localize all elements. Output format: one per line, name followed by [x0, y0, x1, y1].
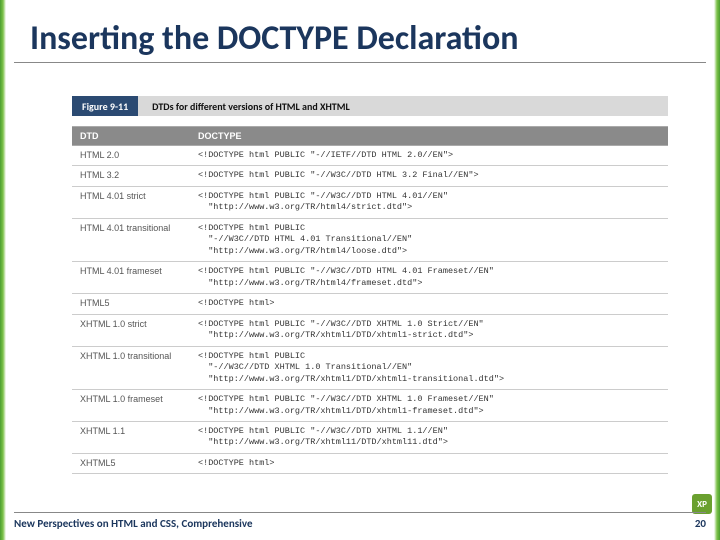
table-row: HTML 4.01 strict<!DOCTYPE html PUBLIC "-… — [72, 186, 668, 218]
slide-title: Inserting the DOCTYPE Declaration — [30, 18, 518, 59]
dtd-cell: XHTML 1.0 strict — [72, 314, 190, 346]
figure-number-badge: Figure 9-11 — [72, 96, 138, 116]
doctype-cell: <!DOCTYPE html PUBLIC "-//W3C//DTD XHTML… — [190, 390, 668, 422]
figure-container: Figure 9-11 DTDs for different versions … — [72, 96, 668, 474]
table-row: XHTML5<!DOCTYPE html> — [72, 453, 668, 473]
footer-page-number: 20 — [695, 517, 706, 530]
col-header-doctype: DOCTYPE — [190, 127, 668, 146]
doctype-cell: <!DOCTYPE html> — [190, 453, 668, 473]
figure-header: Figure 9-11 DTDs for different versions … — [72, 96, 668, 116]
dtd-cell: HTML 4.01 strict — [72, 186, 190, 218]
title-underline — [14, 62, 706, 63]
dtd-cell: XHTML5 — [72, 453, 190, 473]
doctype-cell: <!DOCTYPE html PUBLIC "-//W3C//DTD HTML … — [190, 166, 668, 186]
table-row: XHTML 1.0 frameset<!DOCTYPE html PUBLIC … — [72, 390, 668, 422]
dtd-cell: HTML 4.01 transitional — [72, 218, 190, 261]
doctype-cell: <!DOCTYPE html PUBLIC "-//W3C//DTD XHTML… — [190, 346, 668, 389]
left-accent — [0, 0, 6, 540]
doctype-cell: <!DOCTYPE html PUBLIC "-//W3C//DTD HTML … — [190, 262, 668, 294]
doctype-cell: <!DOCTYPE html PUBLIC "-//IETF//DTD HTML… — [190, 146, 668, 166]
dtd-cell: XHTML 1.1 — [72, 421, 190, 453]
table-row: HTML 4.01 frameset<!DOCTYPE html PUBLIC … — [72, 262, 668, 294]
footer: New Perspectives on HTML and CSS, Compre… — [14, 512, 706, 530]
dtd-cell: HTML 3.2 — [72, 166, 190, 186]
table-row: XHTML 1.1<!DOCTYPE html PUBLIC "-//W3C//… — [72, 421, 668, 453]
dtd-cell: XHTML 1.0 transitional — [72, 346, 190, 389]
doctype-cell: <!DOCTYPE html> — [190, 294, 668, 314]
table-row: HTML 4.01 transitional<!DOCTYPE html PUB… — [72, 218, 668, 261]
col-header-dtd: DTD — [72, 127, 190, 146]
doctype-cell: <!DOCTYPE html PUBLIC "-//W3C//DTD HTML … — [190, 186, 668, 218]
dtd-cell: HTML 4.01 frameset — [72, 262, 190, 294]
table-row: HTML5<!DOCTYPE html> — [72, 294, 668, 314]
table-row: HTML 2.0<!DOCTYPE html PUBLIC "-//IETF//… — [72, 146, 668, 166]
footer-book-title: New Perspectives on HTML and CSS, Compre… — [14, 517, 252, 530]
dtd-cell: HTML5 — [72, 294, 190, 314]
table-row: XHTML 1.0 strict<!DOCTYPE html PUBLIC "-… — [72, 314, 668, 346]
dtd-cell: HTML 2.0 — [72, 146, 190, 166]
doctype-cell: <!DOCTYPE html PUBLIC "-//W3C//DTD XHTML… — [190, 314, 668, 346]
doctype-table: DTD DOCTYPE HTML 2.0<!DOCTYPE html PUBLI… — [72, 126, 668, 474]
figure-caption: DTDs for different versions of HTML and … — [138, 100, 350, 113]
doctype-cell: <!DOCTYPE html PUBLIC "-//W3C//DTD HTML … — [190, 218, 668, 261]
table-row: XHTML 1.0 transitional<!DOCTYPE html PUB… — [72, 346, 668, 389]
table-row: HTML 3.2<!DOCTYPE html PUBLIC "-//W3C//D… — [72, 166, 668, 186]
dtd-cell: XHTML 1.0 frameset — [72, 390, 190, 422]
xp-badge-icon: XP — [692, 494, 712, 514]
doctype-cell: <!DOCTYPE html PUBLIC "-//W3C//DTD XHTML… — [190, 421, 668, 453]
right-accent — [714, 0, 720, 540]
